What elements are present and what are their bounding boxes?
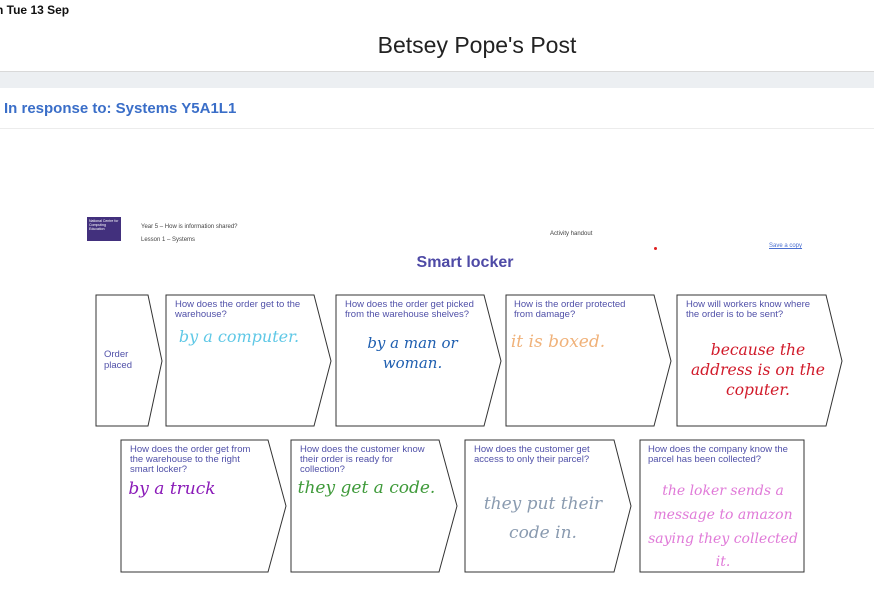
- row2-answer-1: by a truck: [128, 479, 216, 499]
- row2-answer-2: they get a code.: [297, 478, 436, 498]
- row1-answer-1: by a computer.: [178, 327, 300, 346]
- row2-question-3: How does the customer get access to only…: [474, 444, 590, 465]
- row2-question-4: How does the company know the parcel has…: [648, 444, 788, 465]
- row1-question-1: How does the order get to the warehouse?: [175, 299, 301, 320]
- row2-answer-4: the loker sends a message to amazon sayi…: [648, 483, 798, 571]
- row1-question-4: How will workers know where the order is…: [686, 299, 811, 320]
- row2-question-2: How does the customer know their order i…: [300, 444, 425, 475]
- start-label: Order placed: [104, 349, 132, 371]
- row2-question-1: How does the order get from the warehous…: [130, 444, 251, 475]
- row1-answer-3: it is boxed.: [510, 332, 606, 352]
- row1-answer-2: by a man or woman.: [367, 334, 458, 372]
- row1-answer-4: because the address is on the coputer.: [691, 341, 825, 400]
- row1-question-2: How does the order get picked from the w…: [345, 299, 474, 320]
- row2-answer-3: they put their code in.: [483, 494, 603, 543]
- activity-handout-image: National Centre for Computing Education …: [0, 0, 874, 612]
- row1-question-3: How is the order protected from damage?: [514, 299, 626, 320]
